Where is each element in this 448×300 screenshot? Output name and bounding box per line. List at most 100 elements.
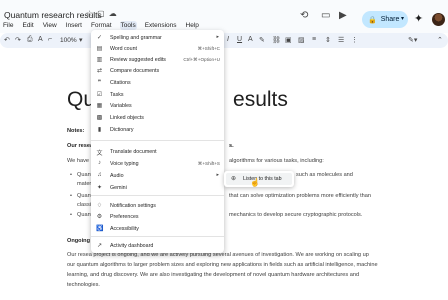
chevron-down-icon[interactable]: ▾ [401, 15, 404, 22]
we-have-tail: algorithms for various tasks, including: [229, 158, 324, 164]
menu-view[interactable]: View [42, 21, 58, 30]
activity-icon: ↗ [96, 243, 103, 249]
underline-icon[interactable]: U [237, 36, 242, 43]
research-label: Our resea [67, 143, 94, 149]
listen-icon: ⊕ [231, 176, 237, 182]
menu-item-label: Compare documents [110, 68, 160, 74]
comment-icon[interactable]: ▭ [321, 10, 330, 21]
bell-icon: ♢ [96, 203, 103, 209]
mouse-cursor-icon: ☝ [250, 178, 260, 187]
link-icon[interactable]: ⛓ [272, 36, 281, 44]
redo-icon[interactable]: ↷ [15, 36, 21, 44]
menu-item-notifications[interactable]: ♢ Notification settings [91, 200, 224, 211]
title-icons: ☆ ▢ ☁ [86, 9, 117, 18]
paragraph-line-3: learning, and drug discovery. We are als… [67, 272, 360, 278]
highlight-icon[interactable]: ✎ [259, 36, 265, 44]
menu-bar: File Edit View Insert Format Tools Exten… [2, 21, 200, 30]
toolbar: ↶ ↷ ⎙ A ⌐ 100% ▾ I U A ✎ ⛓ ▣ ▨ ≡ ⇕ ☰ ⋮ ✎… [0, 33, 448, 48]
align-icon[interactable]: ≡ [312, 36, 316, 43]
undo-icon[interactable]: ↶ [4, 36, 10, 44]
notes-label: Notes: [67, 128, 85, 134]
menu-item-spelling[interactable]: ✓ Spelling and grammar ▸ [91, 32, 224, 43]
menu-item-citations[interactable]: ❞ Citations [91, 77, 224, 88]
zoom-select[interactable]: 100% [60, 37, 77, 44]
microphone-icon: ♪ [98, 160, 101, 166]
menu-item-label: Dictionary [110, 127, 134, 133]
menu-tools[interactable]: Tools [119, 21, 137, 30]
avatar[interactable] [432, 13, 445, 26]
ongoing-label: Ongoing [67, 238, 90, 244]
editing-mode-icon[interactable]: ✎▾ [408, 36, 417, 44]
history-icon[interactable]: ⟲ [300, 10, 308, 21]
preferences-icon: ⚙ [96, 214, 103, 220]
share-label: Share [380, 16, 400, 23]
menu-insert[interactable]: Insert [65, 21, 83, 30]
menu-item-variables[interactable]: ▦ Variables [91, 100, 224, 111]
submenu-arrow-icon: ▸ [216, 34, 219, 40]
spellcheck-icon[interactable]: A [38, 36, 43, 43]
bullet-3-tail: mechanics to develop secure cryptographi… [229, 212, 363, 218]
menu-item-activity-dashboard[interactable]: ↗ Activity dashboard [91, 240, 224, 251]
menu-item-tasks[interactable]: ☑ Tasks [91, 89, 224, 100]
menu-item-label: Notification settings [110, 203, 156, 209]
menu-item-label: Spelling and grammar [110, 35, 162, 41]
menu-item-label: Audio [110, 173, 124, 179]
bullet-2-tail: that can solve optimization problems mor… [229, 193, 371, 199]
menu-item-shortcut: ⌘+Shift+C [197, 46, 220, 51]
bullet-2-line2: classi [77, 202, 91, 208]
italic-icon[interactable]: I [227, 36, 229, 43]
title-bar: Quantum research results ☆ ▢ ☁ File Edit… [0, 0, 448, 33]
menu-item-preferences[interactable]: ⚙ Preferences [91, 211, 224, 222]
submenu-item-label: Listen to this tab [243, 176, 282, 182]
paragraph-line-2: our quantum algorithms to larger problem… [67, 262, 378, 268]
menu-item-shortcut: ⌘+Shift+S [197, 161, 220, 166]
bullet-1-line2: mater [77, 181, 92, 187]
zoom-chevron-icon[interactable]: ▾ [79, 36, 83, 44]
image-icon[interactable]: ▨ [298, 36, 305, 44]
linked-objects-icon: ▩ [96, 115, 103, 121]
menu-item-accessibility[interactable]: ♿ Accessibility [91, 223, 224, 234]
more-icon[interactable]: ⋮ [351, 36, 358, 44]
menu-help[interactable]: Help [185, 21, 200, 30]
translate-icon: 文 [96, 151, 103, 157]
menu-item-label: Word count [110, 46, 137, 52]
menu-item-translate[interactable]: 文 Translate document [91, 146, 224, 157]
star-icon[interactable]: ☆ [86, 9, 93, 18]
checklist-icon[interactable]: ☰ [338, 36, 344, 44]
print-icon[interactable]: ⎙ [27, 36, 33, 44]
bullet-1-dot: • [70, 172, 72, 178]
menu-item-compare[interactable]: ⇄ Compare documents [91, 65, 224, 76]
menu-item-label: Accessibility [110, 226, 139, 232]
comment-add-icon[interactable]: ▣ [285, 36, 292, 44]
menu-item-review-edits[interactable]: ▥ Review suggested edits Ctrl+⌘+Option+U [91, 54, 224, 65]
menu-file[interactable]: File [2, 21, 14, 30]
meet-icon[interactable]: ▶ [339, 10, 347, 21]
share-button[interactable]: 🔒 Share ▾ [362, 11, 408, 28]
menu-item-linked-objects[interactable]: ▩ Linked objects [91, 112, 224, 123]
dictionary-icon: ▮ [97, 127, 102, 133]
accessibility-icon: ♿ [96, 226, 104, 232]
variables-icon: ▦ [96, 103, 103, 109]
citations-icon: ❞ [97, 80, 102, 86]
menu-item-gemini[interactable]: ✦ Gemini [91, 182, 224, 193]
paint-format-icon[interactable]: ⌐ [48, 36, 52, 43]
menu-extensions[interactable]: Extensions [144, 21, 178, 30]
gemini-icon[interactable]: ✦ [414, 12, 423, 25]
menu-item-audio[interactable]: ♫ Audio ▸ [91, 170, 224, 181]
text-color-icon[interactable]: A [248, 36, 253, 43]
menu-item-dictionary[interactable]: ▮ Dictionary [91, 124, 224, 135]
cloud-status-icon[interactable]: ☁ [109, 9, 117, 18]
menu-item-voice-typing[interactable]: ♪ Voice typing ⌘+Shift+S [91, 158, 224, 169]
move-icon[interactable]: ▢ [97, 9, 105, 18]
collapse-icon[interactable]: ⌃ [437, 36, 443, 44]
menu-format[interactable]: Format [90, 21, 113, 30]
research-tail: s. [229, 143, 234, 149]
line-spacing-icon[interactable]: ⇕ [325, 36, 331, 44]
audio-icon: ♫ [97, 172, 102, 178]
menu-item-label: Citations [110, 80, 131, 86]
menu-item-label: Variables [110, 103, 132, 109]
menu-item-label: Voice typing [110, 161, 139, 167]
menu-item-label: Review suggested edits [110, 57, 166, 63]
menu-edit[interactable]: Edit [21, 21, 34, 30]
menu-item-word-count[interactable]: ▤ Word count ⌘+Shift+C [91, 43, 224, 54]
